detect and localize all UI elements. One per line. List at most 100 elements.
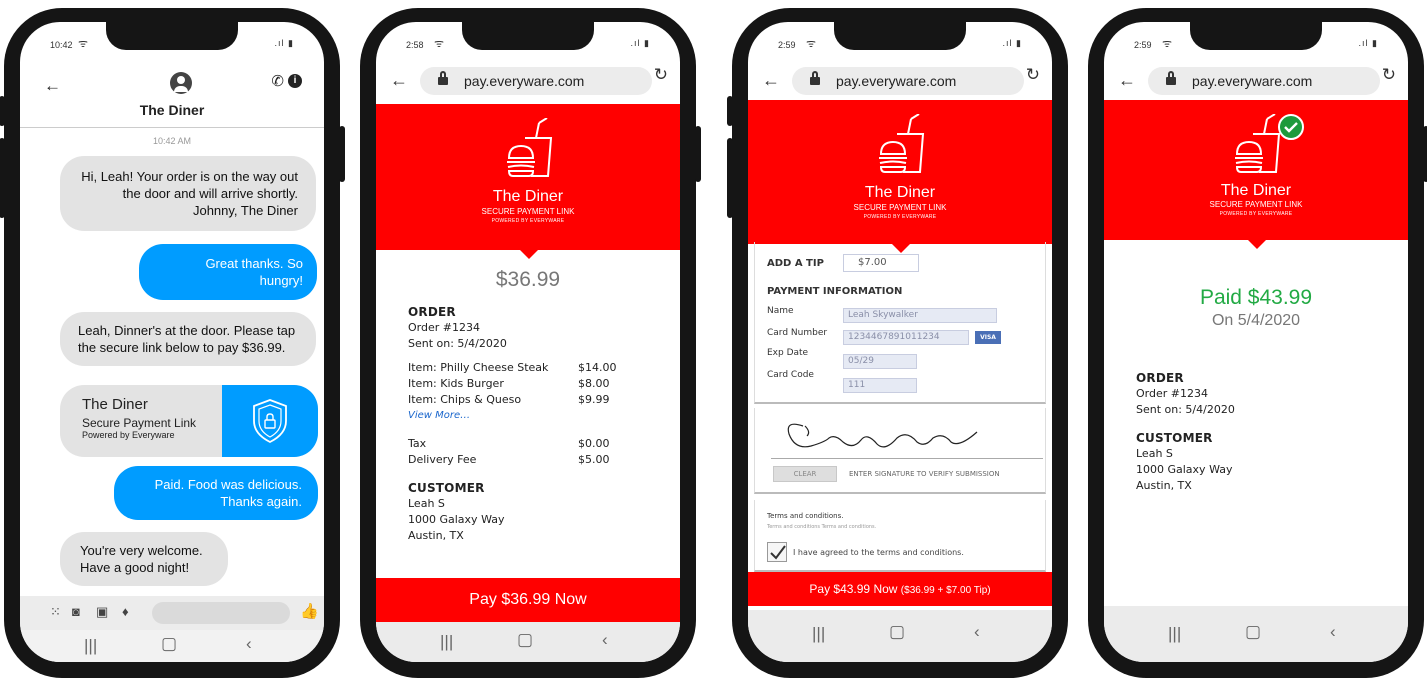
reload-icon[interactable]: ↻ xyxy=(1026,65,1040,85)
payment-info-card: ADD A TIP $7.00 PAYMENT INFORMATION Name… xyxy=(754,242,1046,404)
link-card-icon-panel xyxy=(222,385,318,457)
back-arrow-icon[interactable]: ← xyxy=(762,70,780,91)
brand-name: The Diner xyxy=(1220,182,1292,199)
tip-label: ADD A TIP xyxy=(767,258,824,269)
customer-name: Leah S xyxy=(1136,447,1173,460)
secure-payment-link-card[interactable]: The Diner Secure Payment Link Powered by… xyxy=(60,385,318,457)
home-icon[interactable]: ▢ xyxy=(889,622,905,642)
terms-card: Terms and conditions. Terms and conditio… xyxy=(754,500,1046,572)
brand-powered: POWERED BY EVERYWARE xyxy=(491,218,565,224)
card-code-label: Card Code xyxy=(767,370,814,380)
signature-pad[interactable] xyxy=(767,412,1052,460)
customer-city: Austin, TX xyxy=(1136,479,1192,492)
back-arrow-icon[interactable]: ← xyxy=(44,76,61,96)
card-code-input[interactable]: 111 xyxy=(843,378,917,393)
message-input[interactable] xyxy=(152,602,290,624)
thumbs-up-icon[interactable]: 👍 xyxy=(300,602,319,620)
order-number: Order #1234 xyxy=(408,321,480,334)
info-icon[interactable]: i xyxy=(288,74,302,88)
message-composer: ⁙ ◙ ▣ ♦ 👍 xyxy=(20,596,324,630)
url-field[interactable]: pay.everyware.com xyxy=(420,67,652,95)
reload-icon[interactable]: ↻ xyxy=(1382,65,1396,85)
card-number-input[interactable]: 1234467891011234 xyxy=(843,330,969,345)
url-field[interactable]: pay.everyware.com xyxy=(792,67,1024,95)
apps-icon[interactable]: ⁙ xyxy=(50,604,61,620)
message-outgoing: Paid. Food was delicious. Thanks again. xyxy=(114,466,318,520)
nav-back-icon[interactable]: ‹ xyxy=(246,634,252,654)
camera-icon[interactable]: ◙ xyxy=(72,604,80,619)
recents-icon[interactable]: ||| xyxy=(812,624,825,644)
brand-tagline: SECURE PAYMENT LINK xyxy=(853,203,947,212)
phone-icon[interactable]: ✆ xyxy=(271,72,284,90)
home-icon[interactable]: ▢ xyxy=(1245,622,1261,642)
mic-icon[interactable]: ♦ xyxy=(122,604,129,619)
brand-tagline: SECURE PAYMENT LINK xyxy=(1209,200,1303,209)
brand-powered: POWERED BY EVERYWARE xyxy=(863,214,937,220)
pay-now-button[interactable]: Pay $36.99 Now xyxy=(376,578,680,622)
checkbox-icon[interactable] xyxy=(767,542,787,562)
android-nav-bar: ||| ▢ ‹ xyxy=(20,630,324,662)
android-nav-bar: ||| ▢ ‹ xyxy=(376,622,680,662)
burger-drink-logo-icon xyxy=(507,118,553,177)
browser-address-bar: ← pay.everyware.com ↻ xyxy=(1104,62,1408,104)
brand-header: The Diner SECURE PAYMENT LINK POWERED BY… xyxy=(376,104,680,259)
gallery-icon[interactable]: ▣ xyxy=(96,604,108,620)
android-nav-bar: ||| ▢ ‹ xyxy=(1104,606,1408,662)
terms-title: Terms and conditions. xyxy=(767,512,844,520)
signal-battery-icon: .ıl ▮ xyxy=(1002,38,1022,48)
order-number: Order #1234 xyxy=(1136,387,1208,400)
customer-street: 1000 Galaxy Way xyxy=(408,513,505,526)
nav-back-icon[interactable]: ‹ xyxy=(602,630,608,650)
recents-icon[interactable]: ||| xyxy=(84,636,97,656)
recents-icon[interactable]: ||| xyxy=(1168,624,1181,644)
link-card-subtitle: Secure Payment Link xyxy=(82,416,197,430)
pay-now-button[interactable]: Pay $43.99 Now ($36.99 + $7.00 Tip) xyxy=(748,572,1052,606)
back-arrow-icon[interactable]: ← xyxy=(1118,70,1136,91)
brand-header: The Diner SECURE PAYMENT LINK POWERED BY… xyxy=(748,100,1052,253)
tip-input[interactable]: $7.00 xyxy=(843,254,919,272)
avatar-icon[interactable] xyxy=(170,72,192,94)
signal-battery-icon: .ıl ▮ xyxy=(1358,38,1378,48)
screen: 10:42 ᯤ .ıl ▮ ← ✆ i The Diner 10:42 AM H… xyxy=(20,22,324,662)
brand-name: The Diner xyxy=(864,184,936,201)
clear-signature-button[interactable]: CLEAR xyxy=(773,466,837,482)
customer-heading: CUSTOMER xyxy=(1136,431,1213,445)
home-icon[interactable]: ▢ xyxy=(161,634,177,654)
card-number-label: Card Number xyxy=(767,328,828,338)
back-arrow-icon[interactable]: ← xyxy=(390,70,408,91)
customer-city: Austin, TX xyxy=(408,529,464,542)
order-heading: ORDER xyxy=(1136,371,1184,385)
url-field[interactable]: pay.everyware.com xyxy=(1148,67,1380,95)
reload-icon[interactable]: ↻ xyxy=(654,65,668,85)
view-more-link[interactable]: View More… xyxy=(408,408,648,424)
browser-address-bar: ← pay.everyware.com ↻ xyxy=(376,62,680,104)
order-heading: ORDER xyxy=(408,305,456,319)
android-nav-bar: ||| ▢ ‹ xyxy=(748,610,1052,662)
message-timestamp: 10:42 AM xyxy=(152,136,192,146)
recents-icon[interactable]: ||| xyxy=(440,632,453,652)
order-sent-date: Sent on: 5/4/2020 xyxy=(1136,403,1235,416)
signature-card: CLEAR ENTER SIGNATURE TO VERIFY SUBMISSI… xyxy=(754,408,1046,494)
message-incoming: Hi, Leah! Your order is on the way out t… xyxy=(60,156,316,231)
url-text: pay.everyware.com xyxy=(464,73,585,89)
lock-icon xyxy=(1166,71,1176,85)
screen: 2:59 ᯤ .ıl ▮ ← pay.everyware.com ↻ The D… xyxy=(1104,22,1408,662)
status-time: 2:58 xyxy=(406,40,424,50)
signature-hint: ENTER SIGNATURE TO VERIFY SUBMISSION xyxy=(849,470,1000,478)
amount-due: $36.99 xyxy=(495,268,561,291)
home-icon[interactable]: ▢ xyxy=(517,630,533,650)
check-badge-icon xyxy=(1278,114,1304,140)
fee-row: Delivery Fee $5.00 xyxy=(408,453,610,466)
name-label: Name xyxy=(767,306,794,316)
link-card-title: The Diner xyxy=(82,396,148,413)
name-input[interactable]: Leah Skywalker xyxy=(843,308,997,323)
nav-back-icon[interactable]: ‹ xyxy=(974,622,980,642)
status-time: 10:42 xyxy=(50,40,73,50)
brand-name: The Diner xyxy=(492,188,564,205)
link-card-powered: Powered by Everyware xyxy=(82,430,175,440)
exp-date-input[interactable]: 05/29 xyxy=(843,354,917,369)
paid-date: On 5/4/2020 xyxy=(1211,312,1301,329)
wifi-icon: ᯤ xyxy=(434,38,445,50)
nav-back-icon[interactable]: ‹ xyxy=(1330,622,1336,642)
order-summary: ORDER Order #1234 Sent on: 5/4/2020 CUST… xyxy=(1136,370,1376,494)
